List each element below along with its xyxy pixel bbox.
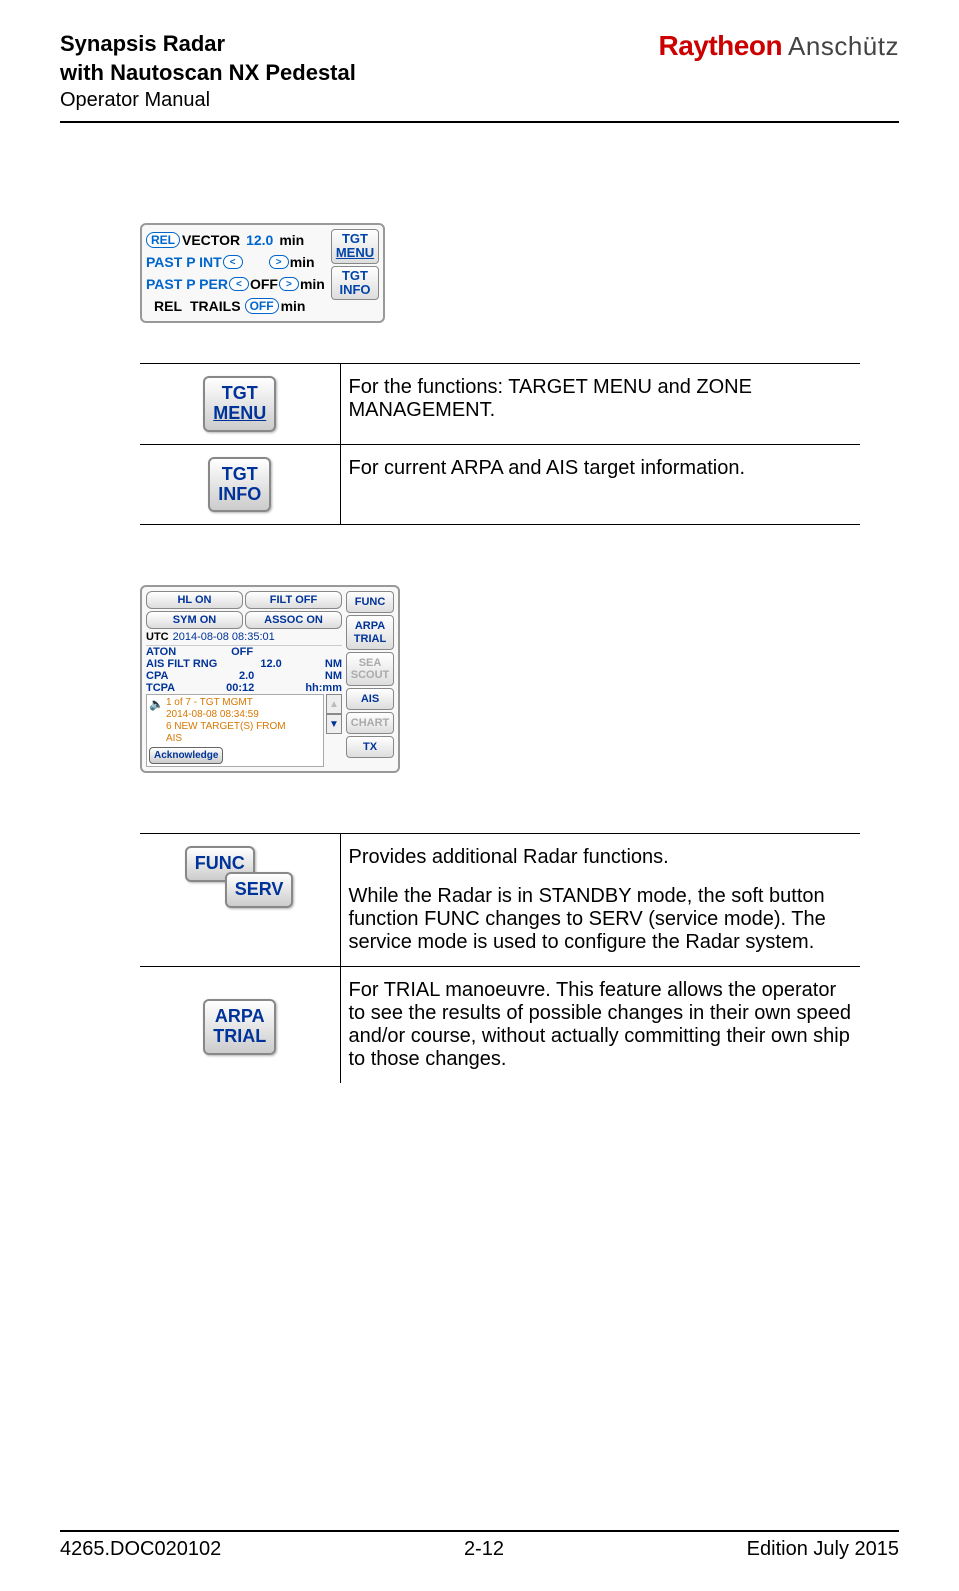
decrease-button[interactable]: <: [229, 277, 249, 291]
tgt-info-desc: For current ARPA and AIS target informat…: [340, 444, 860, 525]
page-footer: 4265.DOC020102 2-12 Edition July 2015: [60, 1530, 899, 1561]
rel-toggle[interactable]: REL: [146, 232, 180, 248]
footer-doc: 4265.DOC020102: [60, 1538, 221, 1561]
tgt-menu-l2: MENU: [213, 404, 266, 424]
func-desc-1: Provides additional Radar functions.: [349, 846, 853, 869]
arpa-trial-l1: ARPA: [213, 1007, 266, 1027]
tgt-info-button[interactable]: TGT INFO: [208, 457, 271, 513]
increase-button[interactable]: >: [269, 255, 289, 269]
scroll-up-button[interactable]: ▲: [326, 694, 342, 714]
tgt-info-l1: TGT: [336, 269, 374, 283]
tgt-menu-button[interactable]: TGT MENU: [203, 376, 276, 432]
tgt-menu-l1: TGT: [213, 384, 266, 404]
header-title-1: Synapsis Radar: [60, 30, 356, 59]
pastpint-unit: min: [290, 254, 315, 270]
vector-unit: min: [279, 232, 304, 248]
ais-button[interactable]: AIS: [346, 688, 394, 710]
arpa-trial-button[interactable]: ARPA TRIAL: [346, 615, 394, 649]
tgt-menu-desc: For the functions: TARGET MENU and ZONE …: [340, 364, 860, 445]
tx-button[interactable]: TX: [346, 736, 394, 758]
tgt-info-l2: INFO: [336, 283, 374, 297]
aton-value: OFF: [231, 646, 253, 658]
speaker-icon: 🔈: [149, 697, 164, 711]
pastpper-label: PAST P PER: [146, 276, 228, 292]
pastpint-label: PAST P INT: [146, 254, 222, 270]
trails-label: TRAILS: [190, 298, 241, 314]
pastpper-unit: min: [300, 276, 325, 292]
page-header: Synapsis Radar with Nautoscan NX Pedesta…: [60, 30, 899, 113]
pastpper-value: OFF: [250, 276, 278, 292]
scroll-down-button[interactable]: ▼: [326, 714, 342, 734]
sea-scout-button[interactable]: SEA SCOUT: [346, 652, 394, 686]
utc-value: 2014-08-08 08:35:01: [173, 631, 275, 643]
arpa-trial-desc: For TRIAL manoeuvre. This feature allows…: [340, 967, 860, 1084]
arpa-trial-l2: TRIAL: [349, 633, 391, 645]
func-desc-2: While the Radar is in STANDBY mode, the …: [349, 885, 853, 954]
cpa-value: 2.0: [239, 670, 254, 682]
decrease-button[interactable]: <: [223, 255, 243, 269]
vector-value: 12.0: [246, 232, 273, 248]
chart-button[interactable]: CHART: [346, 712, 394, 734]
footer-rule: [60, 1530, 899, 1532]
tgt-info-l2: INFO: [218, 485, 261, 505]
tgt-info-l1: TGT: [218, 465, 261, 485]
increase-button[interactable]: >: [279, 277, 299, 291]
aisfilt-unit: NM: [325, 658, 342, 670]
hl-on-button[interactable]: HL ON: [146, 591, 243, 609]
table-row: ARPA TRIAL For TRIAL manoeuvre. This fea…: [140, 967, 860, 1084]
filt-off-button[interactable]: FILT OFF: [245, 591, 342, 609]
utc-label: UTC: [146, 631, 169, 643]
arpa-trial-button[interactable]: ARPA TRIAL: [203, 999, 276, 1055]
logo: Raytheon Anschütz: [658, 30, 899, 62]
rel-label: REL: [154, 298, 182, 314]
footer-page: 2-12: [464, 1538, 504, 1561]
func-button[interactable]: FUNC: [346, 591, 394, 613]
tgt-info-button[interactable]: TGT INFO: [331, 266, 379, 301]
arpa-trial-l2: TRIAL: [213, 1027, 266, 1047]
sea-scout-l1: SEA: [349, 657, 391, 669]
aisfilt-label: AIS FILT RNG: [146, 658, 217, 670]
func-button-table: FUNC SERV Provides additional Radar func…: [140, 833, 860, 1083]
target-button-table: TGT MENU For the functions: TARGET MENU …: [140, 363, 860, 525]
header-subtitle: Operator Manual: [60, 87, 356, 113]
alarm-box: 🔈 1 of 7 - TGT MGMT 2014-08-08 08:34:59 …: [146, 694, 324, 767]
table-row: TGT INFO For current ARPA and AIS target…: [140, 444, 860, 525]
serv-button[interactable]: SERV: [225, 872, 294, 908]
sym-on-button[interactable]: SYM ON: [146, 611, 243, 629]
logo-brand: Raytheon: [658, 30, 782, 62]
alarm-line-4: AIS: [166, 733, 286, 745]
tcpa-value: 00:12: [226, 682, 254, 694]
func-serv-icon: FUNC SERV: [185, 846, 295, 916]
sea-scout-l2: SCOUT: [349, 669, 391, 681]
cpa-unit: NM: [325, 670, 342, 682]
alarm-line-1: 1 of 7 - TGT MGMT: [166, 697, 286, 709]
logo-sub: Anschütz: [788, 31, 899, 62]
alarm-line-3: 6 NEW TARGET(S) FROM: [166, 721, 286, 733]
aisfilt-value: 12.0: [260, 658, 281, 670]
tgt-menu-l2: MENU: [336, 246, 374, 260]
trails-toggle[interactable]: OFF: [245, 298, 279, 314]
arpa-trial-l1: ARPA: [349, 620, 391, 632]
alarm-line-2: 2014-08-08 08:34:59: [166, 709, 286, 721]
trails-unit: min: [281, 298, 306, 314]
tgt-menu-l1: TGT: [336, 232, 374, 246]
cpa-label: CPA: [146, 670, 168, 682]
acknowledge-button[interactable]: Acknowledge: [149, 747, 223, 764]
header-title-2: with Nautoscan NX Pedestal: [60, 59, 356, 88]
assoc-on-button[interactable]: ASSOC ON: [245, 611, 342, 629]
table-row: FUNC SERV Provides additional Radar func…: [140, 834, 860, 967]
header-titles: Synapsis Radar with Nautoscan NX Pedesta…: [60, 30, 356, 113]
tcpa-unit: hh:mm: [305, 682, 342, 694]
function-panel: HL ON FILT OFF SYM ON ASSOC ON UTC 2014-…: [140, 585, 400, 773]
vector-panel: REL VECTOR 12.0 min PAST P INT < > min P…: [140, 223, 385, 323]
aton-label: ATON: [146, 646, 176, 658]
footer-edition: Edition July 2015: [747, 1538, 899, 1561]
tgt-menu-button[interactable]: TGT MENU: [331, 229, 379, 264]
tcpa-label: TCPA: [146, 682, 175, 694]
vector-label: VECTOR: [182, 232, 240, 248]
table-row: TGT MENU For the functions: TARGET MENU …: [140, 364, 860, 445]
